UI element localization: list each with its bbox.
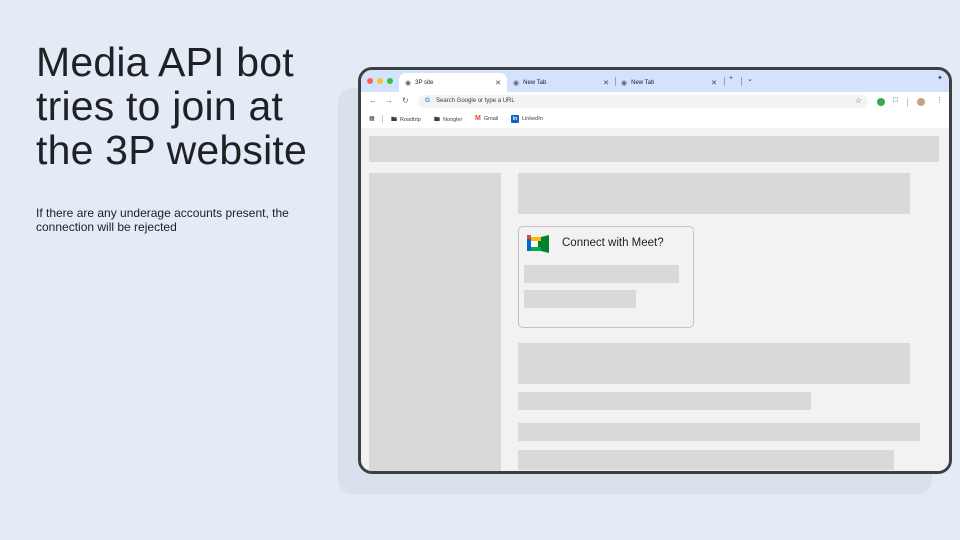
tab-separator — [724, 77, 725, 86]
maximize-window-button[interactable] — [387, 78, 393, 84]
bookmark-noogler[interactable]: 🖿 Noogler — [434, 115, 462, 125]
gemini-sparkle-icon[interactable]: ✦ — [937, 74, 943, 82]
tab-label: 3P site — [415, 79, 434, 86]
close-tab-icon[interactable]: ✕ — [711, 79, 717, 87]
bookmark-roadtrip[interactable]: 🖿 Roadtrip — [391, 115, 421, 125]
tab-new-tab-1[interactable]: ◉ New Tab ✕ — [507, 73, 615, 92]
folder-icon: 🖿 — [434, 117, 441, 123]
tab-3p-site[interactable]: ◉ 3P site ✕ — [399, 73, 507, 92]
content-line-placeholder — [518, 392, 811, 410]
content-line-placeholder — [518, 450, 894, 470]
bookmark-label: Roadtrip — [400, 117, 421, 123]
meet-connect-card[interactable]: Connect with Meet? — [518, 226, 694, 328]
close-window-button[interactable] — [367, 78, 373, 84]
forward-arrow-icon[interactable]: → — [385, 96, 393, 105]
globe-icon: ◉ — [513, 79, 520, 87]
apps-grid-icon[interactable]: ▦ — [369, 115, 378, 122]
card-line-placeholder — [524, 265, 679, 283]
bookmark-label: Noogler — [443, 117, 463, 123]
google-meet-icon — [527, 235, 549, 253]
bookmark-linkedin[interactable]: in LinkedIn — [511, 115, 543, 123]
tab-separator — [741, 77, 742, 86]
close-tab-icon[interactable]: ✕ — [603, 79, 609, 87]
google-g-icon: G — [425, 97, 431, 104]
tab-strip: ◉ 3P site ✕ ◉ New Tab ✕ ◉ New Tab ✕ + ⌄ … — [361, 70, 949, 92]
meet-prompt-label: Connect with Meet? — [562, 237, 664, 249]
folder-icon: 🖿 — [391, 117, 398, 123]
bookmark-star-icon[interactable]: ☆ — [855, 96, 862, 105]
close-tab-icon[interactable]: ✕ — [495, 79, 501, 87]
sidebar-placeholder — [369, 173, 501, 471]
puzzle-extensions-icon[interactable]: □ — [893, 95, 898, 104]
card-line-placeholder — [524, 290, 636, 308]
minimize-window-button[interactable] — [377, 78, 383, 84]
globe-icon: ◉ — [621, 79, 628, 87]
tab-new-tab-2[interactable]: ◉ New Tab ✕ — [615, 73, 723, 92]
bookmark-gmail[interactable]: M Gmail — [475, 115, 498, 122]
browser-toolbar: ← → ↻ G Search Google or type a URL ☆ □ … — [361, 92, 949, 111]
gmail-icon: M — [475, 115, 481, 122]
page-content: Connect with Meet? — [361, 128, 949, 471]
browser-window: ◉ 3P site ✕ ◉ New Tab ✕ ◉ New Tab ✕ + ⌄ … — [358, 67, 952, 474]
bookmark-label: LinkedIn — [522, 116, 543, 122]
header-placeholder — [369, 136, 939, 162]
omnibox[interactable]: G Search Google or type a URL ☆ — [418, 95, 868, 108]
slide-title: Media API bot tries to join at the 3P we… — [36, 39, 308, 173]
new-tab-icon[interactable]: + — [729, 75, 733, 82]
tab-label: New Tab — [631, 79, 655, 86]
tab-label: New Tab — [523, 79, 547, 86]
reload-icon[interactable]: ↻ — [402, 96, 409, 105]
banner-placeholder — [518, 173, 910, 214]
profile-avatar[interactable] — [917, 98, 925, 106]
back-arrow-icon[interactable]: ← — [369, 96, 377, 105]
globe-icon: ◉ — [405, 79, 412, 87]
tab-search-chevron-icon[interactable]: ⌄ — [747, 75, 753, 83]
content-block-placeholder — [518, 343, 910, 384]
bookmarks-bar: ▦ 🖿 Roadtrip 🖿 Noogler M Gmail in Linked… — [361, 111, 949, 128]
bookmark-separator — [382, 115, 383, 123]
bookmark-label: Gmail — [483, 115, 499, 122]
linkedin-icon: in — [511, 115, 519, 123]
more-menu-icon[interactable]: ⋮ — [936, 96, 943, 104]
toolbar-separator — [907, 98, 908, 107]
slide-subtitle: If there are any underage accounts prese… — [36, 206, 289, 234]
extension-icon[interactable] — [877, 98, 885, 106]
content-line-placeholder — [518, 423, 920, 441]
omnibox-placeholder: Search Google or type a URL — [436, 98, 515, 104]
